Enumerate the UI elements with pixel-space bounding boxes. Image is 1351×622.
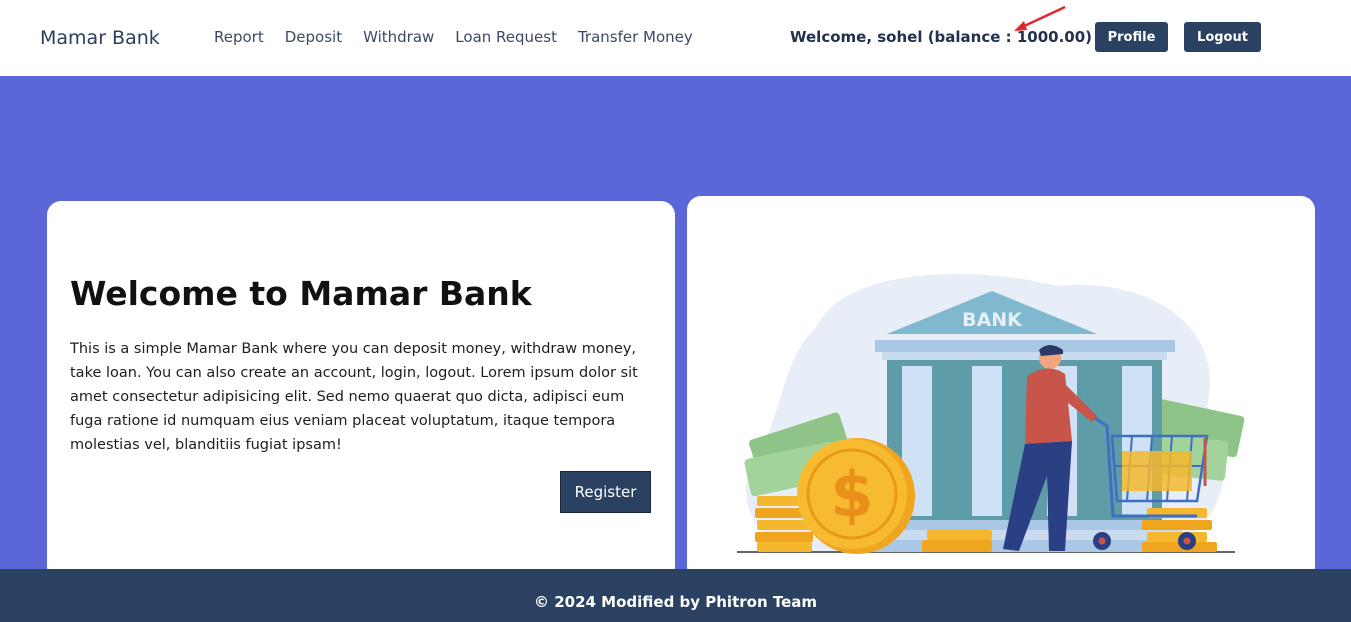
brand-logo[interactable]: Mamar Bank [40, 27, 160, 49]
bank-sign-text: BANK [962, 309, 1023, 331]
nav-links: Report Deposit Withdraw Loan Request Tra… [214, 28, 693, 46]
nav-link-transfer-money[interactable]: Transfer Money [578, 28, 693, 46]
top-navbar: Mamar Bank Report Deposit Withdraw Loan … [0, 0, 1351, 76]
register-button[interactable]: Register [560, 471, 651, 513]
hero-card: Welcome to Mamar Bank This is a simple M… [47, 201, 675, 581]
nav-link-deposit[interactable]: Deposit [285, 28, 342, 46]
hero-description: This is a simple Mamar Bank where you ca… [70, 341, 638, 453]
profile-button[interactable]: Profile [1095, 22, 1168, 52]
coin-symbol: $ [830, 458, 873, 531]
nav-link-loan-request[interactable]: Loan Request [455, 28, 557, 46]
illustration-card: BANK $ [687, 196, 1315, 581]
nav-link-report[interactable]: Report [214, 28, 264, 46]
logout-button[interactable]: Logout [1184, 22, 1261, 52]
footer-copyright: © 2024 Modified by Phitron Team [533, 593, 818, 611]
nav-link-withdraw[interactable]: Withdraw [363, 28, 434, 46]
hero-title: Welcome to Mamar Bank [70, 274, 532, 313]
bank-illustration: BANK $ [737, 274, 1245, 554]
annotation-arrow-icon [1014, 5, 1066, 31]
footer: © 2024 Modified by Phitron Team [0, 569, 1351, 622]
